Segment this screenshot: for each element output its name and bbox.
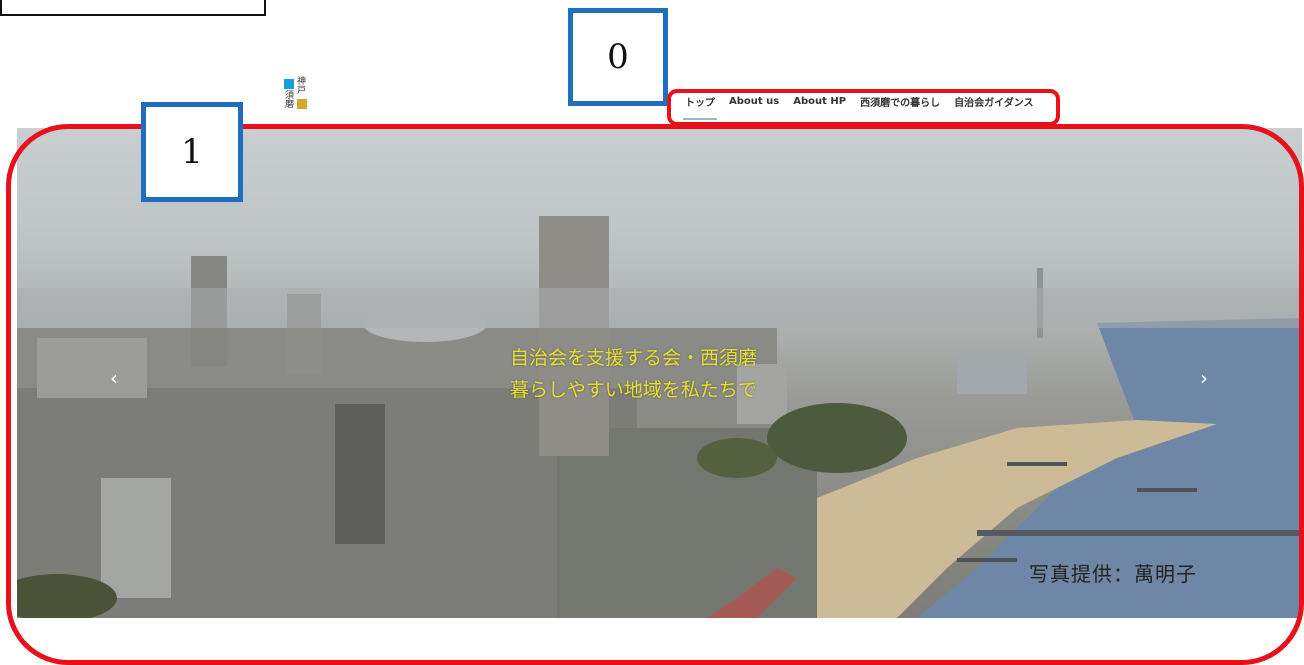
hero-highlight-frame — [6, 124, 1304, 665]
annotation-label-1: 1 — [141, 102, 243, 202]
logo-char-to: 戸 — [297, 86, 307, 96]
annotation-label-0: 0 — [568, 8, 668, 106]
logo-char-ma: 磨 — [285, 100, 295, 110]
logo-gold-square — [297, 99, 307, 109]
annotation-label-1-text: 1 — [181, 132, 203, 172]
logo-blue-square — [284, 79, 294, 89]
site-logo[interactable]: 神 戸 須 磨 — [284, 77, 314, 113]
top-left-frame — [0, 0, 266, 16]
annotation-label-0-text: 0 — [607, 37, 629, 77]
nav-highlight-frame — [667, 89, 1060, 126]
